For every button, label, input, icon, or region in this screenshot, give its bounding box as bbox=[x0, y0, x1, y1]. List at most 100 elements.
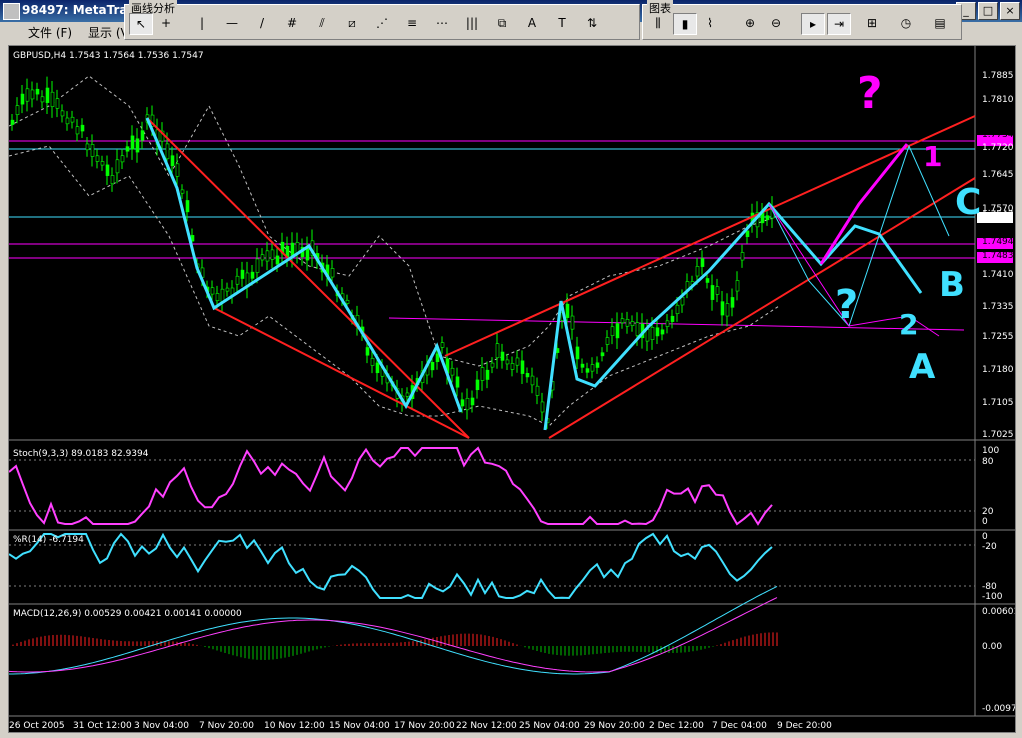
zoom-in-icon[interactable]: ⊕ bbox=[739, 13, 761, 33]
equidistant-channel-icon[interactable]: # bbox=[281, 13, 303, 33]
annotation-wave-2: 2 bbox=[899, 308, 918, 341]
menu-file[interactable]: 文件 (F) bbox=[28, 24, 72, 41]
wave-line[interactable] bbox=[543, 201, 923, 431]
regression-channel-icon[interactable]: ⧄ bbox=[341, 13, 363, 33]
indicator-tick-label: 0.00601 bbox=[982, 607, 1015, 617]
templates-icon[interactable]: ▤ bbox=[929, 13, 951, 33]
channel-line[interactable] bbox=[146, 117, 470, 439]
candle-body bbox=[625, 318, 630, 327]
candle-body bbox=[535, 385, 540, 396]
candle-body bbox=[135, 138, 140, 153]
candle-body bbox=[50, 91, 55, 107]
chart-shift-icon[interactable]: ⇥ bbox=[827, 13, 851, 35]
vertical-line-icon[interactable]: | bbox=[191, 13, 213, 33]
candle-body bbox=[735, 280, 740, 292]
indicator-tick-label: -0.00978 bbox=[982, 704, 1015, 714]
stoch-header: Stoch(9,3,3) 89.0183 82.9394 bbox=[13, 449, 149, 459]
candle-body bbox=[695, 266, 700, 277]
candle-body bbox=[260, 254, 265, 261]
cursor-icon[interactable]: ↖ bbox=[129, 13, 153, 35]
candlestick-icon[interactable]: ▮ bbox=[673, 13, 697, 35]
channel-line[interactable] bbox=[444, 115, 976, 357]
price-tick-label: 1.7645 bbox=[982, 170, 1014, 180]
candle-body bbox=[60, 110, 65, 117]
bar-chart-icon[interactable]: ⫼ bbox=[647, 13, 669, 33]
candle-body bbox=[140, 130, 145, 141]
fibonacci-fan-icon[interactable]: ⋰ bbox=[371, 13, 393, 33]
price-tick-label: 1.7494 bbox=[982, 237, 1014, 247]
candle-body bbox=[375, 362, 380, 374]
time-tick-label: 29 Nov 20:00 bbox=[584, 721, 645, 731]
close-button[interactable]: × bbox=[1000, 2, 1020, 20]
time-tick-label: 31 Oct 12:00 bbox=[73, 721, 132, 731]
indicator-tick-label: 20 bbox=[982, 507, 994, 517]
cycle-lines-icon[interactable]: ||| bbox=[461, 13, 483, 33]
candle-body bbox=[45, 87, 50, 103]
price-tick-label: 1.7547 bbox=[982, 210, 1014, 220]
line-studies-toolbar: 画线分析 ↖ + | — / # ⫽ ⧄ ⋰ ≡ ⋯ ||| ⧉ A T ⇅ bbox=[124, 0, 640, 40]
main-chart-header: GBPUSD,H4 1.7543 1.7564 1.7536 1.7547 bbox=[13, 51, 204, 61]
candle-body bbox=[495, 343, 500, 359]
maximize-button[interactable]: □ bbox=[978, 2, 998, 20]
line-chart-icon[interactable]: ⌇ bbox=[699, 13, 721, 33]
time-tick-label: 9 Dec 20:00 bbox=[777, 721, 832, 731]
candle-body bbox=[485, 369, 490, 380]
candle-body bbox=[215, 293, 220, 302]
indicators-icon[interactable]: ⊞ bbox=[861, 13, 883, 33]
auto-scroll-icon[interactable]: ▸ bbox=[801, 13, 825, 35]
candle-body bbox=[15, 105, 20, 116]
candle-body bbox=[185, 200, 190, 213]
candle-body bbox=[460, 399, 465, 407]
price-tick-label: 1.7483 bbox=[982, 251, 1014, 261]
text-icon[interactable]: A bbox=[521, 13, 543, 33]
candle-body bbox=[520, 360, 525, 374]
candle-body bbox=[170, 155, 175, 167]
candle-body bbox=[250, 271, 255, 279]
label-icon[interactable]: T bbox=[551, 13, 573, 33]
price-tick-label: 1.7410 bbox=[982, 270, 1014, 280]
crosshair-icon[interactable]: + bbox=[155, 13, 177, 33]
candle-body bbox=[130, 135, 135, 150]
horizontal-line-icon[interactable]: — bbox=[221, 13, 243, 33]
fibonacci-retracement-icon[interactable]: ≡ bbox=[401, 13, 423, 33]
candle-body bbox=[650, 327, 655, 340]
time-tick-label: 10 Nov 12:00 bbox=[264, 721, 325, 731]
candle-body bbox=[265, 250, 270, 262]
channel-line[interactable] bbox=[213, 307, 470, 439]
candle-body bbox=[210, 287, 215, 295]
candle-body bbox=[610, 326, 615, 337]
price-tick-label: 1.7335 bbox=[982, 302, 1014, 312]
indicator-tick-label: 0 bbox=[982, 532, 988, 542]
candle-body bbox=[110, 175, 115, 185]
candle-body bbox=[455, 376, 460, 388]
candle-body bbox=[440, 342, 445, 348]
candle-body bbox=[705, 278, 710, 283]
candle-body bbox=[710, 285, 715, 300]
candle-body bbox=[405, 392, 410, 397]
periods-icon[interactable]: ◷ bbox=[895, 13, 917, 33]
std-deviation-channel-icon[interactable]: ⫽ bbox=[311, 13, 333, 33]
candle-body bbox=[275, 255, 280, 265]
price-tick-label: 1.7734 bbox=[982, 130, 1014, 140]
trendline-icon[interactable]: / bbox=[251, 13, 273, 33]
candle-body bbox=[670, 315, 675, 322]
wave-line[interactable] bbox=[145, 117, 463, 413]
candle-body bbox=[565, 303, 570, 318]
candle-body bbox=[635, 322, 640, 336]
gann-icon[interactable]: ⋯ bbox=[431, 13, 453, 33]
candle-body bbox=[500, 351, 505, 361]
candle-body bbox=[430, 361, 435, 371]
candle-body bbox=[475, 379, 480, 391]
fibonacci-expansion-icon[interactable]: ⧉ bbox=[491, 13, 513, 33]
candle-body bbox=[595, 362, 600, 368]
indicator-tick-label: 100 bbox=[982, 446, 999, 456]
candle-body bbox=[435, 353, 440, 363]
zoom-out-icon[interactable]: ⊖ bbox=[765, 13, 787, 33]
candle-body bbox=[95, 155, 100, 162]
wpr-line bbox=[8, 532, 773, 600]
chart-window[interactable]: ? 1 ? C B 2 A GBPUSD,H4 1.7543 1.7564 1.… bbox=[8, 45, 1022, 733]
annotation-wave-b: B bbox=[939, 265, 965, 305]
arrows-icon[interactable]: ⇅ bbox=[581, 13, 603, 33]
candle-body bbox=[570, 315, 575, 330]
price-candles bbox=[10, 76, 775, 429]
